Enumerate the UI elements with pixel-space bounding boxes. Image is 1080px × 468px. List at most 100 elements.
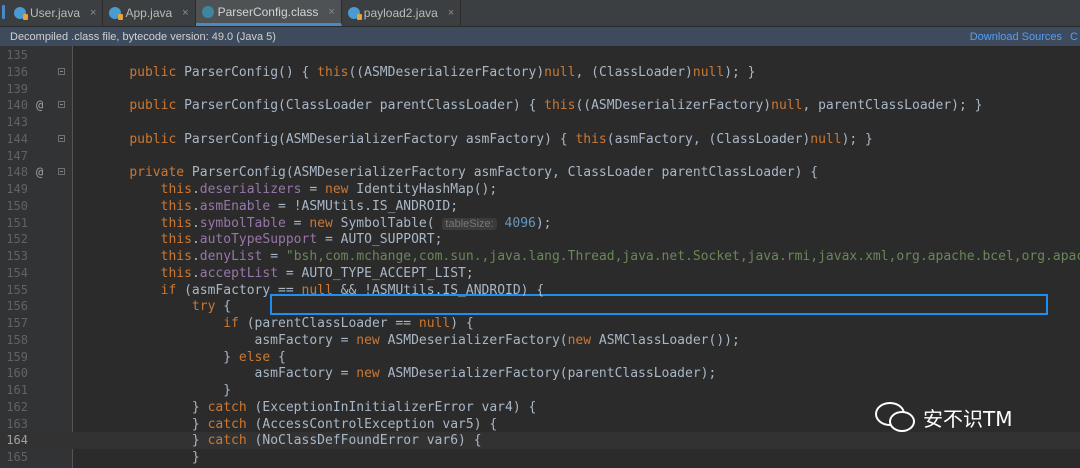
code-text[interactable]: } [98,449,200,466]
line-number[interactable]: 158 [0,332,28,349]
close-tab-icon[interactable]: × [448,7,454,19]
fold-toggle-icon[interactable] [58,168,65,176]
tab-payload2-java[interactable]: payload2.java × [342,0,462,26]
line-number[interactable]: 159 [0,349,28,366]
code-line[interactable]: 153 this.denyList = "bsh,com.mchange,com… [0,248,1080,265]
code-text[interactable]: } [98,382,231,399]
code-line[interactable]: 156 try { [0,298,1080,315]
line-number[interactable]: 164 [0,432,28,449]
decompiled-info-bar: Decompiled .class file, bytecode version… [0,27,1080,46]
class-file-icon [201,5,214,18]
line-number[interactable]: 140 [0,97,28,114]
tab-label: User.java [30,6,81,20]
code-line[interactable]: 165 } [0,449,1080,466]
download-sources-link[interactable]: Download Sources [970,31,1070,43]
java-file-icon [14,7,28,20]
line-number[interactable]: 165 [0,449,28,466]
code-line[interactable]: 160 asmFactory = new ASMDeserializerFact… [0,365,1080,382]
code-text[interactable]: this.asmEnable = !ASMUtils.IS_ANDROID; [98,198,458,215]
close-tab-icon[interactable]: × [182,7,188,19]
fold-toggle-icon[interactable] [58,101,65,109]
tab-label: App.java [125,6,173,20]
line-number[interactable]: 161 [0,382,28,399]
tab-parserconfig-class[interactable]: ParserConfig.class × [195,0,342,26]
code-line[interactable]: 158 asmFactory = new ASMDeserializerFact… [0,332,1080,349]
code-text[interactable]: } else { [98,349,286,366]
code-text[interactable]: this.deserializers = new IdentityHashMap… [98,181,498,198]
line-number[interactable]: 136 [0,64,28,81]
line-number[interactable]: 163 [0,416,28,433]
code-line[interactable]: 150 this.asmEnable = !ASMUtils.IS_ANDROI… [0,198,1080,215]
java-file-icon [347,7,362,20]
code-text[interactable]: asmFactory = new ASMDeserializerFactory(… [98,332,740,349]
tab-user-java[interactable]: User.java × [8,0,104,26]
code-text[interactable]: asmFactory = new ASMDeserializerFactory(… [98,365,717,382]
line-number[interactable]: 152 [0,231,28,248]
line-number[interactable]: 162 [0,399,28,416]
tab-label: payload2.java [363,6,438,20]
tab-scroll-indicator [0,0,8,26]
code-text[interactable]: this.acceptList = AUTO_TYPE_ACCEPT_LIST; [98,265,474,282]
code-line[interactable]: 139 [0,81,1080,98]
fold-toggle-icon[interactable] [58,67,65,75]
code-text[interactable]: } catch (NoClassDefFoundError var6) { [98,432,482,449]
code-text[interactable]: try { [98,298,231,315]
code-line[interactable]: 157 if (parentClassLoader == null) { [0,315,1080,332]
code-line[interactable]: 143 [0,114,1080,131]
wechat-watermark: 安不识TM [875,402,1012,432]
code-line[interactable]: 148 @ private ParserConfig(ASMDeserialize… [0,164,1080,181]
tab-label: ParserConfig.class [217,4,319,19]
line-number[interactable]: 148 [0,164,28,181]
code-text[interactable]: this.denyList = "bsh,com.mchange,com.sun… [98,248,1080,265]
code-text[interactable]: private ParserConfig(ASMDeserializerFact… [98,164,818,181]
code-line[interactable]: 155 if (asmFactory == null && !ASMUtils.… [0,282,1080,299]
code-text[interactable]: this.symbolTable = new SymbolTable( tabl… [98,215,552,233]
ide-window: User.java × App.java × ParserConfig.class × pa… [0,0,1080,468]
line-number[interactable]: 135 [0,47,28,64]
code-text[interactable]: this.autoTypeSupport = AUTO_SUPPORT; [98,231,443,248]
override-annotation-icon[interactable]: @ [36,97,43,114]
line-number[interactable]: 160 [0,365,28,382]
java-file-icon [109,7,124,20]
line-number[interactable]: 153 [0,248,28,265]
code-line[interactable]: 161 } [0,382,1080,399]
line-number[interactable]: 155 [0,282,28,299]
code-line[interactable]: 152 this.autoTypeSupport = AUTO_SUPPORT; [0,231,1080,248]
line-number[interactable]: 156 [0,298,28,315]
code-text[interactable]: public ParserConfig(ASMDeserializerFacto… [98,131,873,148]
line-number[interactable]: 139 [0,81,28,98]
code-text[interactable]: if (parentClassLoader == null) { [98,315,473,332]
code-text[interactable]: public ParserConfig(ClassLoader parentCl… [98,97,982,114]
line-number[interactable]: 157 [0,315,28,332]
line-number[interactable]: 149 [0,181,28,198]
line-number[interactable]: 150 [0,198,28,215]
code-line[interactable]: 154 this.acceptList = AUTO_TYPE_ACCEPT_L… [0,265,1080,282]
line-number[interactable]: 147 [0,148,28,165]
code-text[interactable]: } catch (AccessControlException var5) { [98,416,497,433]
code-line[interactable]: 149 this.deserializers = new IdentityHas… [0,181,1080,198]
code-line[interactable]: 135 [0,47,1080,64]
override-annotation-icon[interactable]: @ [36,164,43,181]
code-line[interactable]: 136 public ParserConfig() { this((ASMDes… [0,64,1080,81]
code-text[interactable]: if (asmFactory == null && !ASMUtils.IS_A… [98,282,545,299]
line-number[interactable]: 143 [0,114,28,131]
wechat-icon [875,402,915,432]
line-number[interactable]: 151 [0,215,28,232]
code-line[interactable]: 140 @ public ParserConfig(ClassLoader par… [0,97,1080,114]
line-number[interactable]: 154 [0,265,28,282]
code-line[interactable]: 164 } catch (NoClassDefFoundError var6) … [0,432,1080,450]
code-text[interactable]: } catch (ExceptionInInitializerError var… [98,399,536,416]
editor-tab-bar: User.java × App.java × ParserConfig.class × pa… [0,0,1080,27]
fold-toggle-icon[interactable] [58,134,65,142]
code-line[interactable]: 151 this.symbolTable = new SymbolTable( … [0,215,1080,232]
code-line[interactable]: 159 } else { [0,349,1080,366]
choose-sources-link[interactable]: C [1070,31,1080,43]
decompiled-message: Decompiled .class file, bytecode version… [10,30,276,43]
code-line[interactable]: 144 public ParserConfig(ASMDeserializerF… [0,131,1080,148]
code-text[interactable]: public ParserConfig() { this((ASMDeseria… [98,64,755,81]
code-line[interactable]: 147 [0,148,1080,165]
close-tab-icon[interactable]: × [90,7,96,19]
line-number[interactable]: 144 [0,131,28,148]
close-tab-icon[interactable]: × [328,6,334,18]
tab-app-java[interactable]: App.java × [103,0,196,26]
